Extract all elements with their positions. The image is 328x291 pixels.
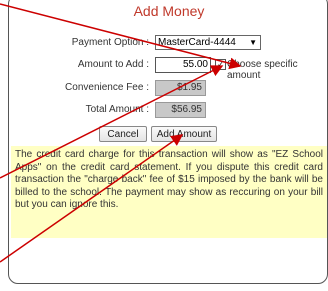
annotation-arrows [0,3,242,263]
arrow-annotation [0,65,224,179]
arrow-annotation [0,134,184,263]
arrow-annotation [0,3,242,70]
